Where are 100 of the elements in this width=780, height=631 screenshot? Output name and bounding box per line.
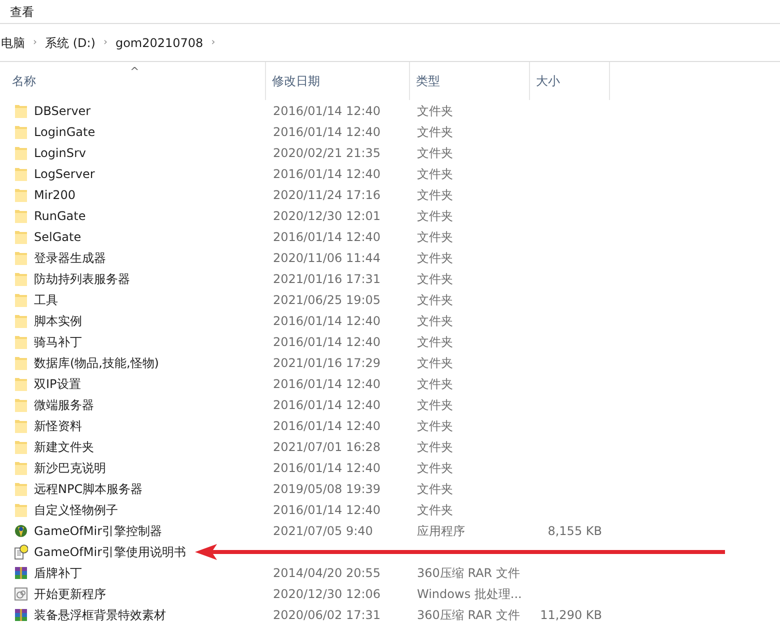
modified-date: 2020/11/24 17:16	[272, 186, 382, 204]
file-type: 文件夹	[416, 270, 454, 288]
modified-date: 2016/01/14 12:40	[272, 396, 382, 414]
file-name[interactable]: RunGate	[34, 206, 86, 224]
file-name[interactable]: DBServer	[34, 102, 91, 120]
folder-icon	[14, 228, 28, 244]
file-size: 11,290 KB	[539, 606, 603, 624]
file-type: 文件夹	[416, 376, 454, 392]
file-name[interactable]: SelGate	[34, 228, 82, 246]
file-size: 8,155 KB	[546, 522, 603, 540]
folder-icon	[14, 250, 28, 266]
modified-date: 2021/07/05 9:40	[272, 522, 374, 540]
file-name[interactable]: Mir200	[34, 186, 76, 204]
file-type: 文件夹	[416, 250, 454, 266]
modified-date: 2016/01/14 12:40	[272, 418, 382, 434]
modified-date: 2020/11/06 11:44	[272, 250, 382, 266]
file-name[interactable]: 骑马补丁	[34, 332, 82, 350]
modified-date: 2020/12/30 12:01	[272, 208, 382, 224]
folder-icon	[14, 480, 28, 496]
chevron-icon[interactable]: ›	[33, 35, 37, 50]
folder-icon	[14, 354, 28, 370]
modified-date: 2021/07/01 16:28	[272, 438, 382, 456]
column-header[interactable]: 类型	[410, 62, 530, 100]
file-name[interactable]: 工具	[34, 290, 58, 308]
breadcrumb-item[interactable]: gom20210708	[115, 34, 204, 52]
modified-date: 2016/01/14 12:40	[272, 102, 382, 120]
file-type: 文件夹	[416, 166, 454, 182]
folder-icon	[14, 376, 28, 392]
file-type: 文件夹	[416, 144, 454, 162]
file-name[interactable]: 盾牌补丁	[34, 564, 82, 582]
chevron-icon[interactable]: ›	[103, 35, 108, 50]
file-type: 文件夹	[416, 438, 454, 456]
column-header[interactable]: 修改日期	[266, 62, 410, 100]
folder-icon	[14, 166, 28, 182]
folder-icon	[14, 292, 28, 308]
file-name[interactable]: LoginGate	[34, 122, 96, 140]
file-type: 文件夹	[416, 312, 454, 330]
file-type: 文件夹	[416, 102, 454, 120]
modified-date: 2021/06/25 19:05	[272, 292, 382, 308]
modified-date: 2021/01/16 17:31	[272, 270, 382, 288]
modified-date: 2016/01/14 12:40	[272, 228, 382, 246]
breadcrumb-item[interactable]: 系统 (D:)	[45, 34, 96, 52]
file-name[interactable]: 登录器生成器	[34, 248, 106, 266]
folder-icon	[14, 396, 28, 412]
modified-date: 2016/01/14 12:40	[272, 502, 382, 518]
chevron-icon[interactable]: ›	[211, 35, 216, 50]
file-type: 文件夹	[416, 292, 454, 308]
folder-icon	[14, 334, 28, 350]
file-type: 文件夹	[416, 334, 454, 350]
modified-date: 2020/06/02 17:31	[272, 606, 382, 624]
file-name[interactable]: LogServer	[34, 164, 95, 182]
file-type: 文件夹	[416, 228, 454, 246]
file-name[interactable]: 脚本实例	[34, 312, 82, 330]
folder-icon	[14, 186, 28, 202]
file-type: 文件夹	[416, 186, 454, 204]
file-name[interactable]: 防劫持列表服务器	[34, 270, 130, 288]
file-name[interactable]: 新沙巴克说明	[34, 458, 106, 476]
file-type: 文件夹	[416, 460, 454, 476]
modified-date: 2020/12/30 12:06	[272, 586, 382, 602]
file-name[interactable]: LoginSrv	[34, 144, 86, 162]
batch-file-icon	[14, 586, 28, 602]
file-name[interactable]: 开始更新程序	[34, 584, 106, 602]
sort-caret-icon: ^	[130, 64, 140, 80]
file-name[interactable]: 双IP设置	[34, 374, 81, 392]
folder-icon	[14, 438, 28, 454]
file-type: 文件夹	[416, 124, 454, 140]
file-name[interactable]: 新建文件夹	[34, 438, 94, 456]
folder-icon	[14, 502, 28, 518]
modified-date: 2014/04/20 20:55	[272, 564, 382, 582]
folder-icon	[14, 312, 28, 328]
app-icon	[14, 522, 28, 538]
folder-icon	[14, 124, 28, 140]
file-type: 文件夹	[416, 396, 454, 414]
file-type: 360压缩 RAR 文件	[416, 564, 521, 582]
folder-icon	[14, 270, 28, 286]
file-name[interactable]: 新怪资料	[34, 416, 82, 434]
modified-date: 2016/01/14 12:40	[272, 376, 382, 392]
menu-item[interactable]: 查看	[10, 2, 34, 20]
modified-date: 2016/01/14 12:40	[272, 312, 382, 330]
modified-date: 2021/01/16 17:29	[272, 354, 382, 372]
modified-date: 2016/01/14 12:40	[272, 166, 382, 182]
breadcrumb-item[interactable]: 电脑	[1, 34, 25, 52]
help-document-icon	[14, 544, 28, 560]
file-name[interactable]: GameOfMir引擎使用说明书	[34, 542, 186, 560]
folder-icon	[14, 102, 28, 118]
column-header[interactable]: 大小	[530, 62, 610, 100]
modified-date: 2019/05/08 19:39	[272, 480, 382, 498]
archive-icon	[14, 564, 28, 580]
file-type: 应用程序	[416, 522, 466, 540]
archive-icon	[14, 606, 28, 622]
folder-icon	[14, 144, 28, 160]
file-name[interactable]: 自定义怪物例子	[34, 500, 118, 518]
file-name[interactable]: 远程NPC脚本服务器	[34, 480, 143, 498]
modified-date: 2016/01/14 12:40	[272, 124, 382, 140]
file-name[interactable]: 微端服务器	[34, 396, 94, 414]
folder-icon	[14, 460, 28, 476]
file-type: 360压缩 RAR 文件	[416, 606, 521, 624]
file-name[interactable]: 装备悬浮框背景特效素材	[34, 606, 166, 624]
file-name[interactable]: GameOfMir引擎控制器	[34, 522, 162, 540]
file-name[interactable]: 数据库(物品,技能,怪物)	[34, 354, 159, 372]
